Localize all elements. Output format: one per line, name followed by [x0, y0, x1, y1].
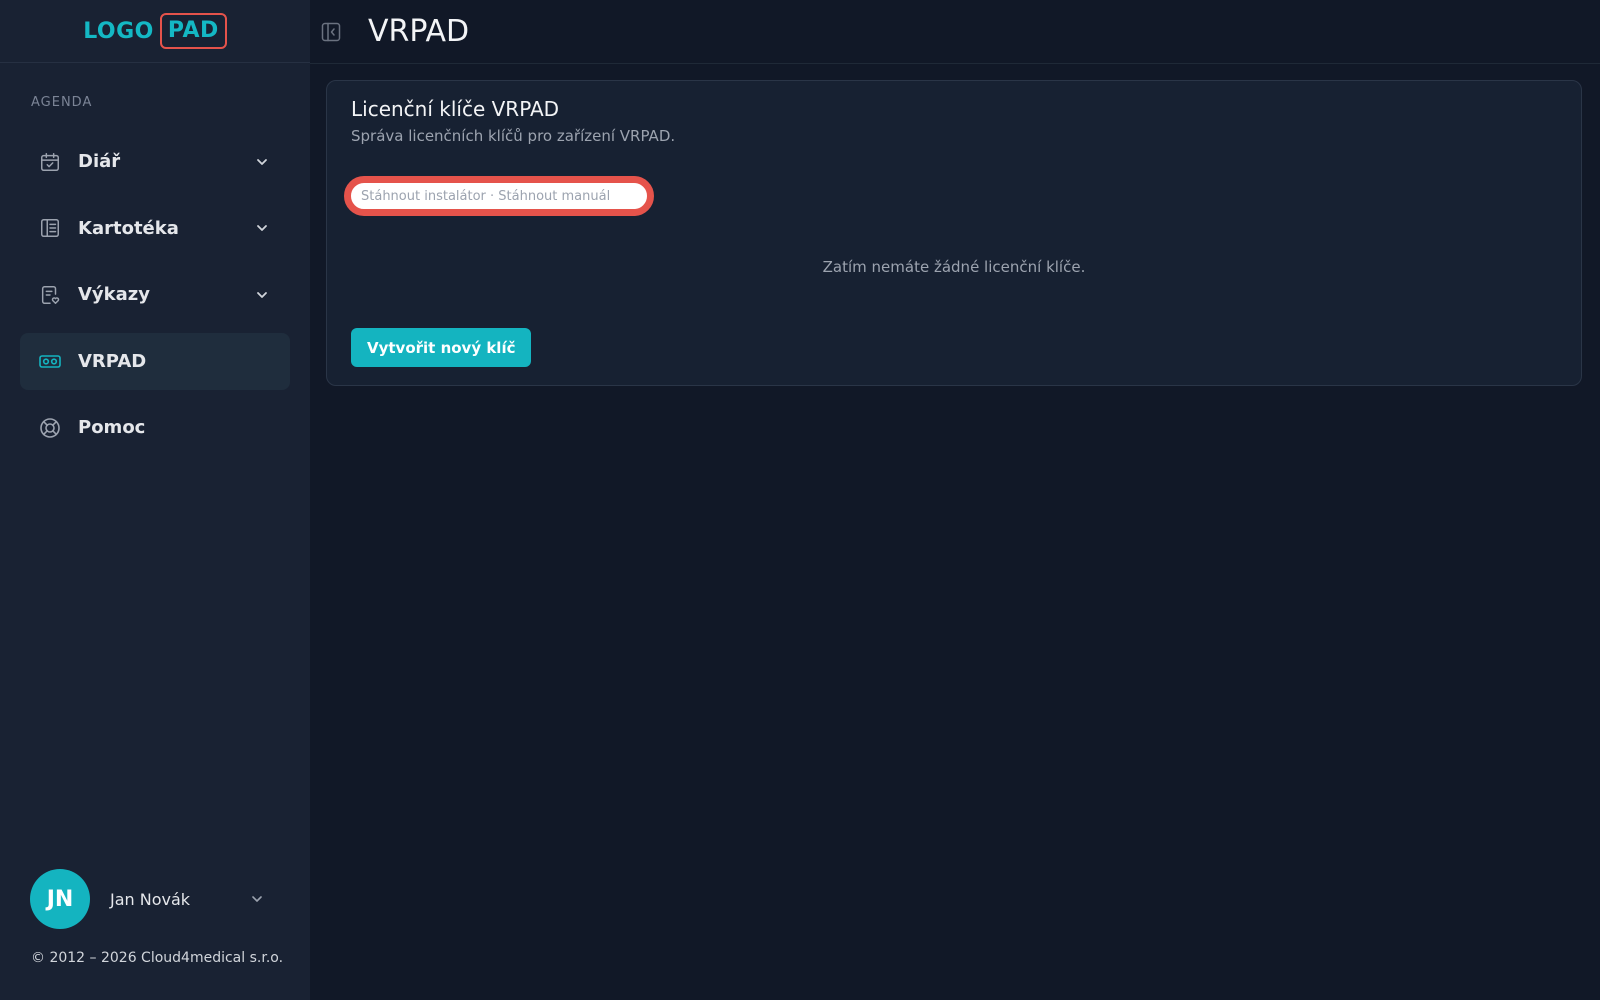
download-links-text[interactable]: Stáhnout instalátor · Stáhnout manuál — [361, 189, 610, 204]
sidebar-item-kartoteka[interactable]: Kartotéka — [20, 200, 290, 257]
sidebar-item-label: VRPAD — [78, 350, 147, 372]
page-title: VRPAD — [368, 14, 470, 49]
sidebar-item-vrpad[interactable]: VRPAD — [20, 332, 290, 390]
sidebar-nav: Diář Kartotéka Výkazy VRPAD Pomoc — [20, 133, 290, 466]
license-keys-card: Licenční klíče VRPAD Správa licenčních k… — [326, 80, 1582, 386]
sidebar-item-label: Diář — [78, 151, 121, 172]
user-menu[interactable]: JN Jan Novák — [30, 869, 275, 929]
chevron-down-icon — [252, 896, 262, 902]
sidebar: LOGO PAD AGENDA Diář Kartotéka Výkazy VR… — [0, 0, 310, 1000]
sidebar-item-vykazy[interactable]: Výkazy — [20, 266, 290, 323]
sidebar-toggle-button[interactable] — [320, 21, 342, 43]
logo-pad-badge: PAD — [159, 13, 227, 49]
main-content: VRPAD Licenční klíče VRPAD Správa licenč… — [310, 0, 1600, 1000]
chevron-down-icon — [257, 225, 267, 231]
copyright: © 2012 – 2026 Cloud4medical s.r.o. — [31, 950, 284, 966]
logo-area: LOGO PAD — [0, 0, 310, 63]
sidebar-item-label: Pomoc — [78, 417, 146, 438]
calendar-check-icon — [38, 150, 62, 174]
sidebar-item-label: Výkazy — [78, 284, 150, 305]
card-subtitle: Správa licenčních klíčů pro zařízení VRP… — [351, 127, 676, 145]
user-name: Jan Novák — [110, 889, 191, 909]
topbar: VRPAD — [310, 0, 1600, 64]
logo-text: LOGO — [83, 18, 154, 44]
chevron-down-icon — [257, 158, 267, 165]
report-heart-icon — [38, 283, 62, 307]
empty-state-message: Zatím nemáte žádné licenční klíče. — [822, 258, 1086, 276]
create-key-button[interactable]: Vytvořit nový klíč — [351, 328, 532, 367]
sidebar-collapse-icon — [321, 22, 341, 41]
file-list-icon — [38, 216, 62, 240]
sidebar-item-diar[interactable]: Diář — [20, 133, 290, 190]
avatar: JN — [30, 869, 90, 929]
lifebuoy-icon — [38, 416, 62, 440]
vr-headset-icon — [38, 349, 62, 373]
logo[interactable]: LOGO PAD — [83, 13, 227, 49]
sidebar-item-pomoc[interactable]: Pomoc — [20, 399, 290, 456]
chevron-down-icon — [257, 291, 267, 298]
card-title: Licenční klíče VRPAD — [351, 97, 560, 121]
download-links-highlight[interactable]: Stáhnout instalátor · Stáhnout manuál — [344, 176, 654, 216]
sidebar-item-label: Kartotéka — [78, 217, 179, 239]
section-label: AGENDA — [31, 95, 93, 110]
